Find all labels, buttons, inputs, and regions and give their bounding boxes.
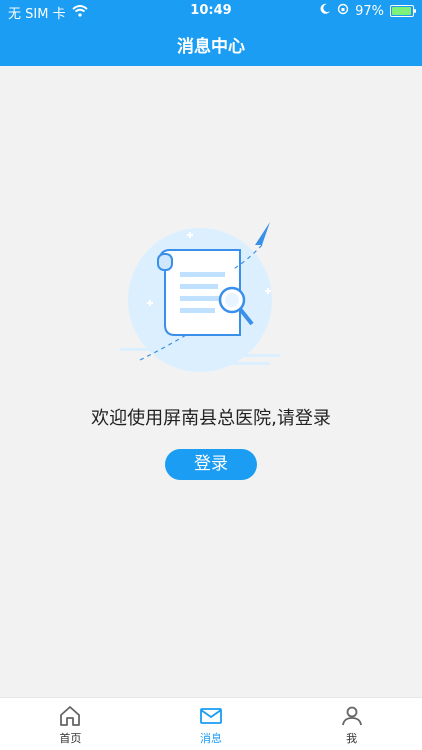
empty-message-illustration bbox=[120, 220, 300, 390]
home-icon bbox=[60, 706, 81, 726]
tab-message-label: 消息 bbox=[200, 732, 222, 745]
battery-fill bbox=[392, 7, 412, 15]
orientation-lock-icon bbox=[337, 3, 349, 19]
user-icon bbox=[341, 706, 362, 726]
tab-message[interactable]: 消息 bbox=[141, 698, 282, 750]
top-bar: 无 SIM 卡 10:49 97% 消息中心 bbox=[0, 0, 422, 66]
tab-me[interactable]: 我 bbox=[281, 698, 422, 750]
welcome-message: 欢迎使用屏南县总医院,请登录 bbox=[91, 408, 331, 429]
page-title: 消息中心 bbox=[177, 37, 245, 57]
status-bar: 无 SIM 卡 10:49 97% bbox=[0, 0, 422, 22]
tab-bar: 首页 消息 我 bbox=[0, 697, 422, 750]
mail-icon bbox=[200, 708, 222, 724]
battery-icon bbox=[390, 5, 416, 17]
battery-percent: 97% bbox=[355, 3, 384, 19]
tab-home[interactable]: 首页 bbox=[0, 698, 141, 750]
tab-me-label: 我 bbox=[346, 732, 358, 745]
tab-home-label: 首页 bbox=[59, 732, 82, 745]
login-button[interactable]: 登录 bbox=[165, 449, 257, 480]
moon-icon bbox=[319, 3, 331, 19]
status-right: 97% bbox=[319, 3, 416, 19]
